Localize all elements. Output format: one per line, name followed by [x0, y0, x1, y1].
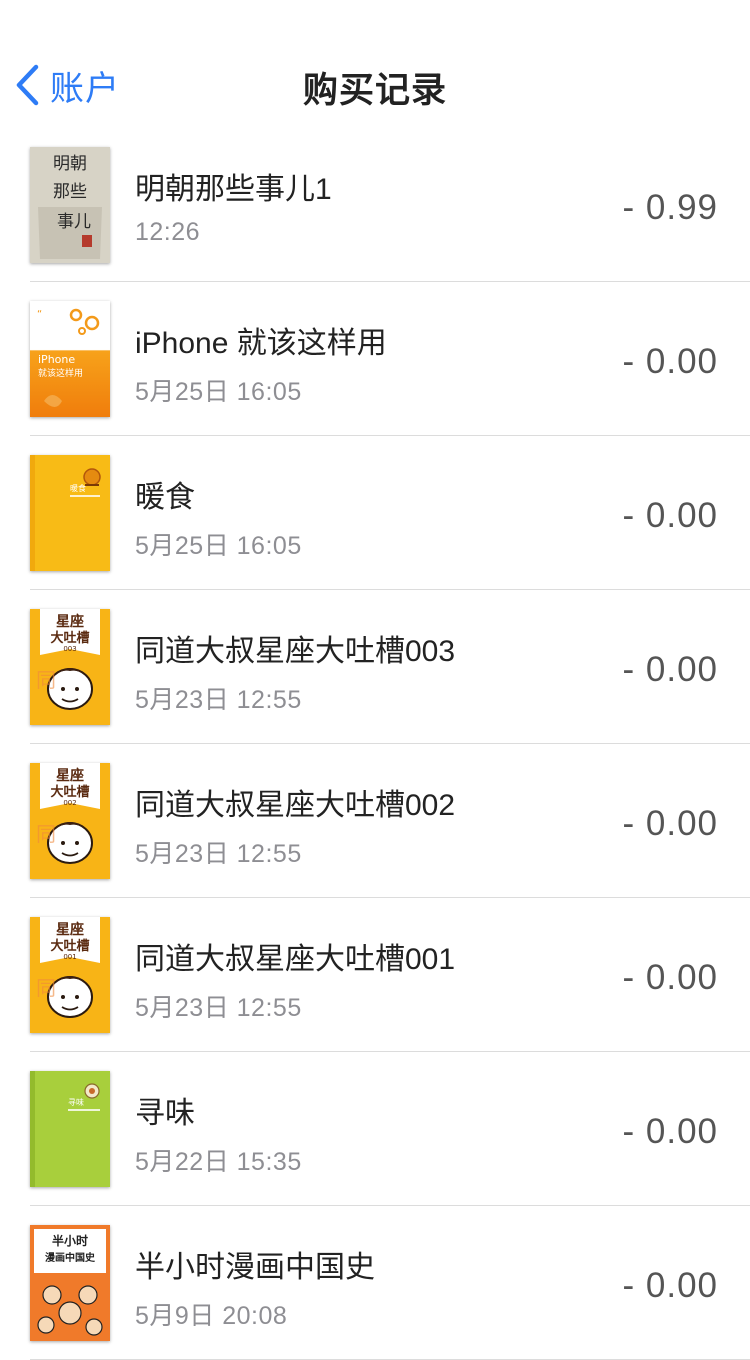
svg-text:星座: 星座 [56, 921, 84, 938]
purchase-title: 寻味 [135, 1097, 195, 1130]
svg-text:“: “ [37, 309, 42, 320]
svg-text:001: 001 [63, 953, 76, 961]
purchase-row[interactable]: 暖食 暖食 5月25日 16:05 - 0.00 [0, 436, 750, 590]
svg-text:星座: 星座 [56, 767, 84, 784]
navigation-bar: 账户 购买记录 [0, 0, 750, 128]
purchase-title: iPhone 就该这样用 [135, 327, 387, 360]
svg-text:暖食: 暖食 [70, 483, 86, 493]
svg-text:漫画中国史: 漫画中国史 [45, 1251, 96, 1264]
svg-text:明朝: 明朝 [53, 154, 87, 174]
svg-text:iPhone: iPhone [38, 353, 75, 366]
purchase-price: - 0.00 [622, 650, 718, 689]
purchase-row[interactable]: “ iPhone 就该这样用 iPhone 就该这样用 5月25日 16:05 … [0, 282, 750, 436]
svg-text:事儿: 事儿 [57, 212, 91, 232]
purchase-price: - 0.00 [622, 1266, 718, 1305]
purchase-price: - 0.00 [622, 804, 718, 843]
svg-text:就该这样用: 就该这样用 [38, 367, 83, 379]
svg-text:半小时: 半小时 [52, 1233, 88, 1248]
svg-text:大吐槽: 大吐槽 [50, 938, 89, 954]
book-cover-xingzuo-002: 星座 大吐槽 002 同 [30, 763, 110, 879]
purchase-time: 5月25日 16:05 [135, 532, 302, 560]
purchase-title: 同道大叔星座大吐槽002 [135, 789, 456, 822]
book-cover-ming: 明朝 那些 事儿 [30, 147, 110, 263]
book-cover-xingzuo-001: 星座 大吐槽 001 同 [30, 917, 110, 1033]
svg-text:大吐槽: 大吐槽 [50, 630, 89, 646]
book-cover-xingzuo-003: 星座 大吐槽 003 同 [30, 609, 110, 725]
svg-text:002: 002 [63, 799, 76, 807]
page-title: 购买记录 [302, 71, 447, 110]
svg-text:寻味: 寻味 [68, 1097, 84, 1107]
purchase-row[interactable]: 寻味 寻味 5月22日 15:35 - 0.00 [0, 1052, 750, 1206]
purchase-time: 5月23日 12:55 [135, 686, 302, 714]
purchase-time: 12:26 [135, 218, 201, 246]
book-cover-banxiaoshi: 半小时 漫画中国史 [30, 1225, 110, 1341]
purchase-title: 明朝那些事儿1 [135, 173, 332, 206]
svg-text:003: 003 [63, 645, 76, 653]
purchase-row[interactable]: 明朝 那些 事儿 明朝那些事儿1 12:26 - 0.99 [0, 128, 750, 282]
purchase-price: - 0.00 [622, 958, 718, 997]
purchase-time: 5月25日 16:05 [135, 378, 302, 406]
purchase-title: 半小时漫画中国史 [135, 1251, 375, 1284]
purchase-row[interactable]: 星座 大吐槽 003 同 同道大叔星座大吐槽003 5月23日 12:55 - … [0, 590, 750, 744]
purchase-row[interactable]: 星座 大吐槽 002 同 同道大叔星座大吐槽002 5月23日 12:55 - … [0, 744, 750, 898]
svg-text:大吐槽: 大吐槽 [50, 784, 89, 800]
purchase-time: 5月23日 12:55 [135, 840, 302, 868]
svg-text:同: 同 [36, 822, 56, 846]
purchase-time: 5月9日 20:08 [135, 1302, 288, 1330]
book-cover-iphone: “ iPhone 就该这样用 [30, 301, 110, 417]
book-cover-xunwei: 寻味 [30, 1071, 110, 1187]
purchase-time: 5月23日 12:55 [135, 994, 302, 1022]
purchase-time: 5月22日 15:35 [135, 1148, 302, 1176]
book-cover-nuanshi: 暖食 [30, 455, 110, 571]
purchase-row[interactable]: 星座 大吐槽 001 同 同道大叔星座大吐槽001 5月23日 12:55 - … [0, 898, 750, 1052]
purchase-price: - 0.00 [622, 496, 718, 535]
purchase-list: 明朝 那些 事儿 明朝那些事儿1 12:26 - 0.99 “ iPhone 就… [0, 128, 750, 1360]
svg-text:同: 同 [36, 668, 56, 692]
purchase-price: - 0.00 [622, 1112, 718, 1151]
purchase-title: 暖食 [135, 481, 195, 514]
purchase-price: - 0.99 [622, 188, 718, 227]
svg-text:星座: 星座 [56, 613, 84, 630]
purchase-title: 同道大叔星座大吐槽003 [135, 635, 456, 668]
svg-text:同: 同 [36, 976, 56, 1000]
purchase-title: 同道大叔星座大吐槽001 [135, 943, 456, 976]
svg-text:那些: 那些 [53, 182, 87, 202]
purchase-price: - 0.00 [622, 342, 718, 381]
purchase-row[interactable]: 半小时 漫画中国史 半小时漫画中国史 5月9日 20:08 - 0.00 [0, 1206, 750, 1360]
